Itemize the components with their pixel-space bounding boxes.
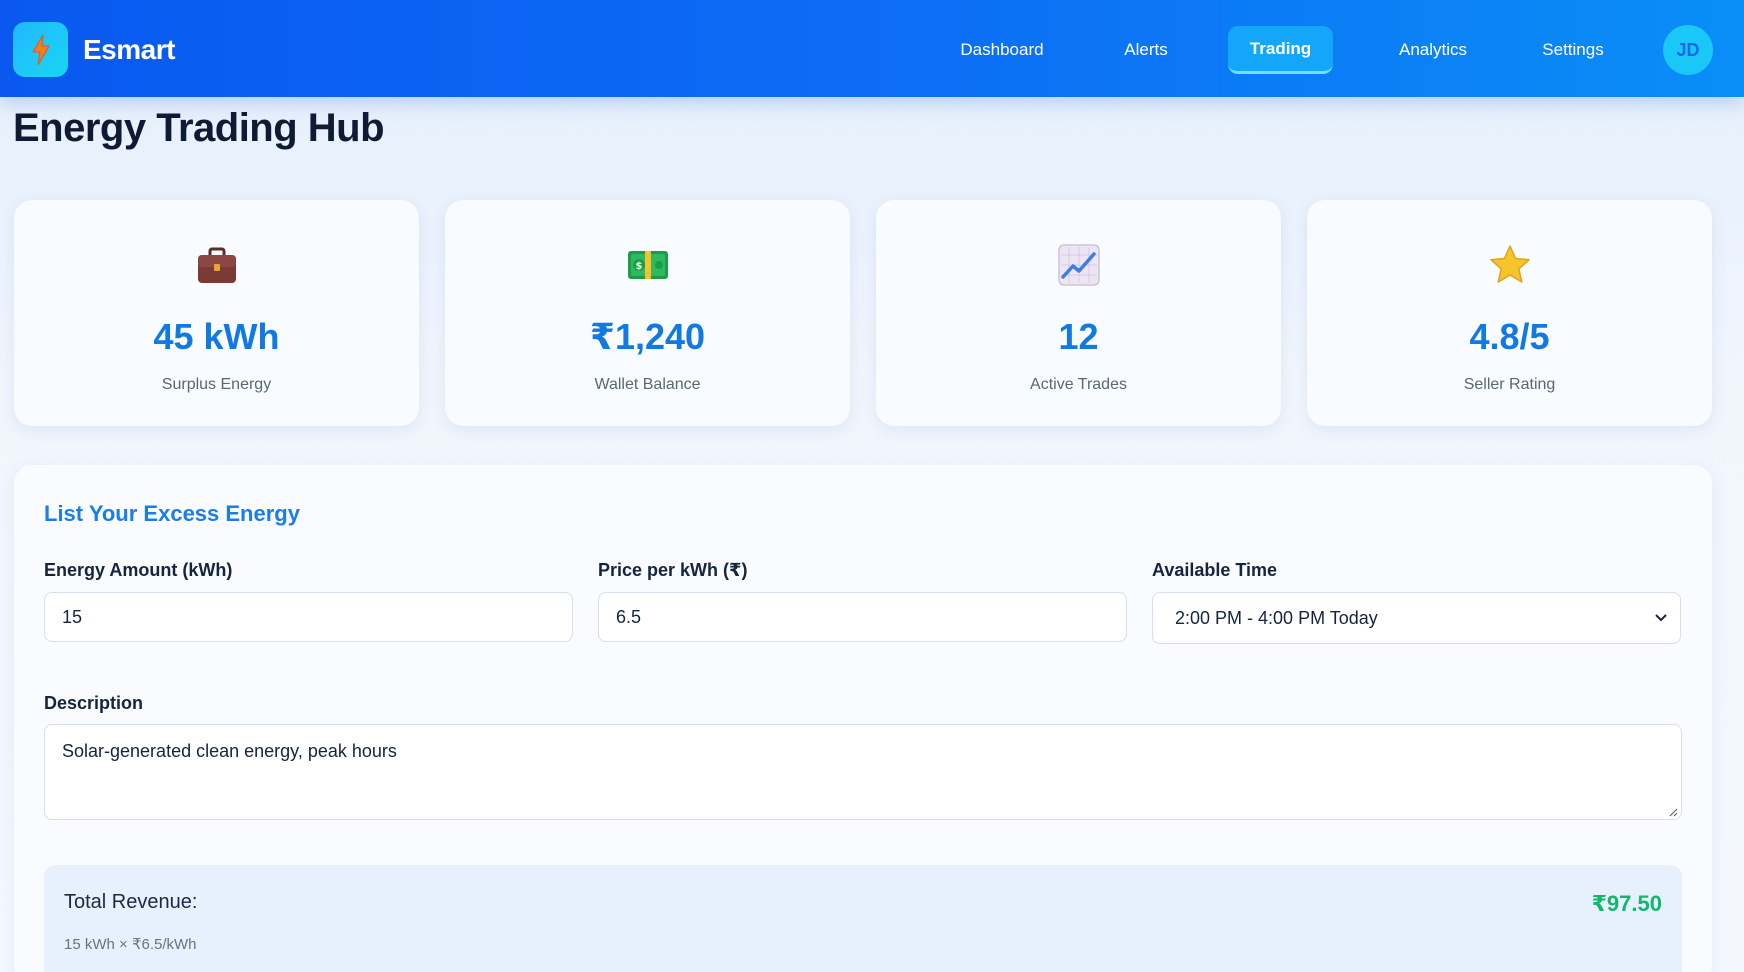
nav-trading[interactable]: Trading [1228, 26, 1333, 74]
revenue-formula: 15 kWh × ₹6.5/kWh [64, 936, 197, 953]
panel-title: List Your Excess Energy [44, 501, 300, 526]
logo[interactable] [13, 22, 68, 77]
revenue-value: ₹97.50 [1591, 891, 1662, 916]
stat-card-seller-rating: 4.8/5 Seller Rating [1307, 200, 1712, 426]
stat-label: Surplus Energy [161, 376, 272, 393]
chart-increasing-icon [1057, 244, 1100, 286]
svg-text:$: $ [635, 261, 642, 272]
stat-card-wallet-balance: $ ₹1,240 Wallet Balance [445, 200, 850, 426]
description-textarea[interactable]: Solar-generated clean energy, peak hours [44, 724, 1682, 820]
app-name: Esmart [83, 34, 175, 65]
stat-card-surplus-energy: 45 kWh Surplus Energy [14, 200, 419, 426]
nav-settings[interactable]: Settings [1534, 26, 1612, 74]
available-time-select[interactable]: 2:00 PM - 4:00 PM Today [1152, 592, 1681, 644]
briefcase-icon [197, 247, 236, 283]
stat-value: 12 [1058, 316, 1099, 357]
stat-value: 4.8/5 [1469, 316, 1550, 357]
description-wrapper: Solar-generated clean energy, peak hours [44, 724, 1682, 820]
stat-label: Wallet Balance [594, 376, 701, 393]
stat-label: Active Trades [1030, 376, 1127, 393]
nav-analytics[interactable]: Analytics [1384, 26, 1482, 74]
energy-amount-label: Energy Amount (kWh) [44, 560, 233, 580]
nav-dashboard[interactable]: Dashboard [950, 26, 1054, 74]
available-time-value: 2:00 PM - 4:00 PM Today [1175, 607, 1378, 628]
page-title: Energy Trading Hub [13, 106, 385, 150]
price-label: Price per kWh (₹) [598, 560, 748, 580]
revenue-summary: Total Revenue: ₹97.50 15 kWh × ₹6.5/kWh [44, 865, 1682, 972]
resize-handle-icon[interactable] [1668, 807, 1678, 817]
stat-value: ₹1,240 [589, 316, 706, 357]
user-avatar[interactable]: JD [1663, 25, 1713, 75]
stat-value: 45 kWh [153, 316, 280, 357]
stat-card-active-trades: 12 Active Trades [876, 200, 1281, 426]
star-icon [1489, 245, 1530, 283]
lightning-icon [31, 34, 50, 65]
chevron-down-icon [1655, 614, 1667, 622]
nav-alerts[interactable]: Alerts [1112, 26, 1180, 74]
revenue-label: Total Revenue: [64, 891, 198, 913]
energy-amount-input[interactable] [44, 592, 573, 642]
list-energy-panel: List Your Excess Energy Energy Amount (k… [14, 465, 1712, 972]
description-label: Description [44, 693, 144, 713]
price-input[interactable] [598, 592, 1127, 642]
money-icon: $ [627, 251, 668, 279]
stat-label: Seller Rating [1463, 376, 1556, 393]
top-navbar: Esmart Dashboard Alerts Trading Analytic… [0, 0, 1744, 97]
available-time-label: Available Time [1152, 560, 1278, 580]
